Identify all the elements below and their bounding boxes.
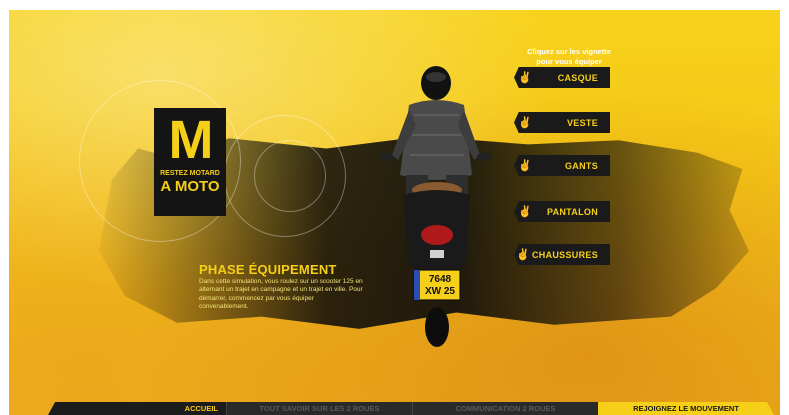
casque-button[interactable]: ✌ CASQUE xyxy=(514,67,610,88)
nav-rejoignez[interactable]: REJOIGNEZ LE MOUVEMENT xyxy=(598,402,774,415)
gants-label: GANTS xyxy=(565,160,598,171)
rider-scooter-illustration xyxy=(379,66,491,347)
nav-communication[interactable]: COMMUNICATION 2 ROUES xyxy=(412,402,598,415)
casque-label: CASQUE xyxy=(557,72,598,83)
phase-description: Dans cette simulation, vous roulez sur u… xyxy=(199,278,363,310)
gants-button[interactable]: ✌ GANTS xyxy=(514,155,610,176)
hand-v-sign-icon: ✌ xyxy=(518,117,532,129)
nav-tout-savoir[interactable]: TOUT SAVOIR SUR LES 2 ROUES xyxy=(226,402,412,415)
pantalon-label: PANTALON xyxy=(546,206,598,217)
veste-label: VESTE xyxy=(566,117,598,128)
license-plate-line2: XW 25 xyxy=(424,286,455,297)
logo-tagline-big: A MOTO xyxy=(160,178,220,195)
veste-button[interactable]: ✌ VESTE xyxy=(514,112,610,133)
app-frame: M RESTEZ MOTARD A MOTO 7648 XW 25 PHASE … xyxy=(0,0,789,415)
phase-title: PHASE ÉQUIPEMENT xyxy=(199,262,337,277)
hand-v-sign-icon: ✌ xyxy=(518,72,532,84)
chaussures-button[interactable]: ✌ CHAUSSURES xyxy=(514,244,610,265)
pantalon-button[interactable]: ✌ PANTALON xyxy=(514,201,610,222)
scene-background: M RESTEZ MOTARD A MOTO 7648 XW 25 PHASE … xyxy=(9,10,780,415)
nav-accueil[interactable]: ACCUEIL xyxy=(48,402,226,415)
bottom-navigation: ACCUEIL TOUT SAVOIR SUR LES 2 ROUES COMM… xyxy=(48,402,779,415)
swirl-decoration xyxy=(254,140,326,212)
logo-tagline-small: RESTEZ MOTARD xyxy=(160,170,220,177)
restez-motard-logo[interactable]: M RESTEZ MOTARD A MOTO xyxy=(154,108,226,216)
license-plate-line1: 7648 xyxy=(428,274,452,285)
logo-letter: M xyxy=(168,110,214,170)
equipment-instructions: Cliquez sur les vignette pour vous équip… xyxy=(527,47,611,66)
chaussures-label: CHAUSSURES xyxy=(531,249,598,260)
